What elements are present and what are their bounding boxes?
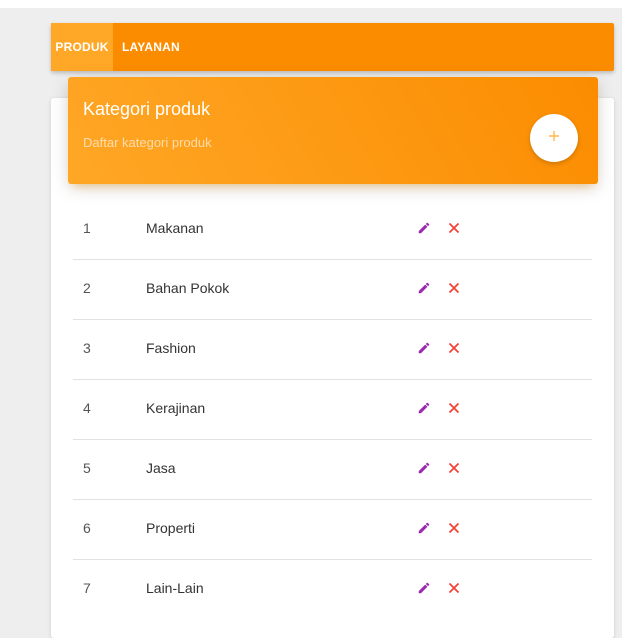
- top-strip: [0, 0, 622, 8]
- close-icon[interactable]: [446, 280, 462, 296]
- category-table: 1 Makanan 2 Bahan Pokok 3 Fashion 4 Kera…: [73, 200, 592, 619]
- table-row: 7 Lain-Lain: [73, 560, 592, 619]
- table-row: 5 Jasa: [73, 440, 592, 500]
- row-name: Bahan Pokok: [146, 280, 230, 296]
- pencil-icon[interactable]: [416, 400, 432, 416]
- table-row: 6 Properti: [73, 500, 592, 560]
- close-icon[interactable]: [446, 340, 462, 356]
- row-number: 5: [83, 460, 91, 476]
- pencil-icon[interactable]: [416, 580, 432, 596]
- close-icon[interactable]: [446, 460, 462, 476]
- plus-icon: [548, 129, 560, 147]
- page-subtitle: Daftar kategori produk: [83, 135, 212, 150]
- close-icon[interactable]: [446, 580, 462, 596]
- tab-produk[interactable]: PRODUK: [51, 23, 113, 71]
- row-name: Kerajinan: [146, 400, 206, 416]
- page-title: Kategori produk: [83, 99, 211, 119]
- row-number: 4: [83, 400, 91, 416]
- row-name: Jasa: [146, 460, 176, 476]
- row-name: Properti: [146, 520, 196, 536]
- table-row: 1 Makanan: [73, 200, 592, 260]
- pencil-icon[interactable]: [416, 280, 432, 296]
- row-number: 1: [83, 220, 91, 236]
- pencil-icon[interactable]: [416, 220, 432, 236]
- pencil-icon[interactable]: [416, 460, 432, 476]
- row-name: Fashion: [146, 340, 196, 356]
- pencil-icon[interactable]: [416, 520, 432, 536]
- card-header: Kategori produk Daftar kategori produk: [68, 77, 598, 184]
- pencil-icon[interactable]: [416, 340, 432, 356]
- row-name: Makanan: [146, 220, 204, 236]
- tab-layanan[interactable]: LAYANAN: [113, 23, 189, 71]
- row-number: 7: [83, 580, 91, 596]
- table-row: 3 Fashion: [73, 320, 592, 380]
- close-icon[interactable]: [446, 400, 462, 416]
- table-row: 4 Kerajinan: [73, 380, 592, 440]
- row-number: 3: [83, 340, 91, 356]
- add-category-button[interactable]: [530, 114, 578, 162]
- close-icon[interactable]: [446, 220, 462, 236]
- category-tabs: PRODUK LAYANAN: [51, 23, 614, 71]
- row-number: 2: [83, 280, 91, 296]
- table-row: 2 Bahan Pokok: [73, 260, 592, 320]
- row-number: 6: [83, 520, 91, 536]
- row-name: Lain-Lain: [146, 580, 204, 596]
- close-icon[interactable]: [446, 520, 462, 536]
